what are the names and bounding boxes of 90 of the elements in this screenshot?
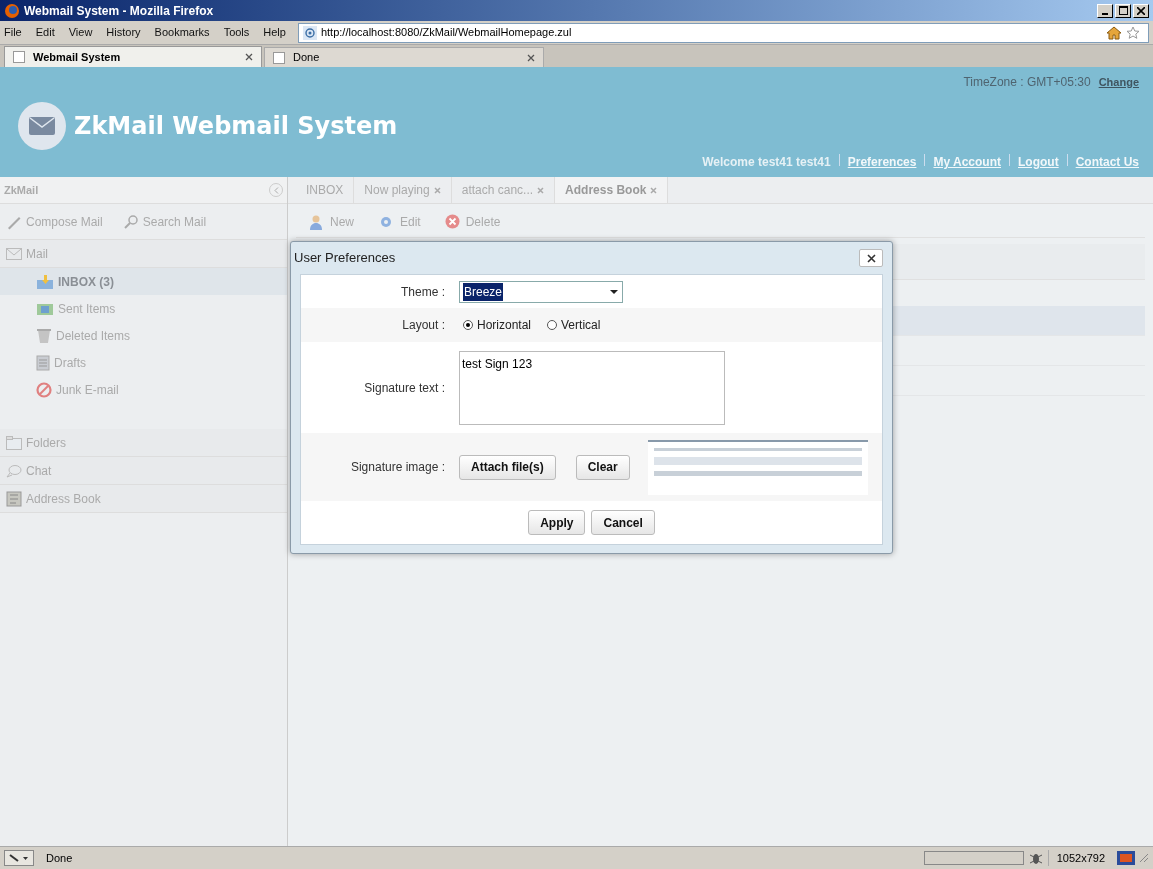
maximize-icon bbox=[1118, 6, 1128, 15]
status-text: Done bbox=[45, 850, 74, 866]
close-icon bbox=[866, 253, 876, 263]
delete-icon bbox=[444, 214, 460, 229]
content-tab[interactable]: Address Book bbox=[555, 177, 669, 203]
window-title: Webmail System - Mozilla Firefox bbox=[24, 2, 215, 20]
welcome-text: Welcome test41 test41 bbox=[702, 154, 831, 171]
dialog-button[interactable]: Cancel bbox=[591, 510, 655, 535]
section-header[interactable]: Chat bbox=[0, 457, 287, 485]
menu-item[interactable]: Help bbox=[263, 24, 286, 41]
browser-tab[interactable]: Webmail System bbox=[4, 46, 262, 67]
toolbar-button[interactable]: New bbox=[308, 212, 354, 231]
menu-item[interactable]: Bookmarks bbox=[154, 24, 210, 41]
home-icon[interactable] bbox=[1106, 25, 1122, 40]
radio-option[interactable]: Horizontal bbox=[463, 316, 532, 334]
folder-item[interactable]: Junk E-mail bbox=[0, 376, 287, 403]
timezone-text: TimeZone : GMT+05:30 bbox=[963, 74, 1091, 91]
section-header[interactable]: Address Book bbox=[0, 485, 287, 513]
close-icon[interactable] bbox=[245, 53, 253, 61]
folder-item[interactable]: Drafts bbox=[0, 349, 287, 376]
radio-option[interactable]: Vertical bbox=[547, 316, 601, 334]
site-icon bbox=[13, 51, 25, 63]
field-label: Signature text : bbox=[363, 379, 446, 397]
toolbar-button[interactable]: Search Mail bbox=[122, 212, 207, 231]
pen-icon bbox=[8, 853, 30, 863]
browser-tab[interactable]: Done bbox=[264, 47, 544, 67]
section-header[interactable]: Mail bbox=[0, 240, 287, 268]
content-tab[interactable]: Now playing bbox=[354, 177, 452, 203]
dialog-button[interactable]: Clear bbox=[575, 454, 630, 480]
toolbar-button[interactable]: Compose Mail bbox=[6, 212, 103, 231]
menu-item[interactable]: View bbox=[68, 24, 93, 41]
section-header[interactable]: Folders bbox=[0, 429, 287, 457]
minimize-button[interactable] bbox=[1097, 3, 1113, 18]
pen-button[interactable] bbox=[4, 850, 34, 866]
prohibited-icon bbox=[36, 381, 52, 398]
field-label: Layout : bbox=[401, 317, 446, 334]
toolbar-button[interactable]: Edit bbox=[378, 212, 421, 231]
tab-label: Webmail System bbox=[33, 49, 122, 65]
header-link[interactable]: Preferences bbox=[847, 153, 917, 171]
site-icon bbox=[302, 25, 317, 40]
folder-item[interactable]: Deleted Items bbox=[0, 322, 287, 349]
app-title: ZkMail Webmail System bbox=[74, 111, 398, 142]
minimize-icon bbox=[1102, 12, 1108, 15]
trash-icon bbox=[36, 327, 52, 344]
inbox-icon bbox=[36, 273, 54, 290]
dialog-button[interactable]: Apply bbox=[528, 510, 586, 535]
search-icon bbox=[122, 213, 139, 230]
chevron-left-icon bbox=[273, 186, 279, 194]
theme-value: Breeze bbox=[463, 282, 504, 301]
menu-item[interactable]: Tools bbox=[223, 24, 250, 41]
mail-logo-icon bbox=[18, 102, 66, 150]
toolbar-button[interactable]: Delete bbox=[444, 212, 501, 231]
browser-logo-icon bbox=[4, 2, 20, 19]
dialog-button[interactable]: Attach file(s) bbox=[459, 454, 556, 480]
header-link[interactable]: My Account bbox=[933, 153, 1001, 171]
field-label: Signature image : bbox=[349, 459, 446, 476]
folder-item[interactable]: Sent Items bbox=[0, 295, 287, 322]
folder-item[interactable]: INBOX (3) bbox=[0, 268, 287, 295]
resize-grip-icon bbox=[1139, 853, 1149, 863]
chat-icon bbox=[6, 463, 22, 478]
menu-item[interactable]: File bbox=[4, 24, 22, 41]
change-link[interactable]: Change bbox=[1098, 74, 1139, 91]
close-button[interactable] bbox=[859, 249, 883, 267]
sidebar-title: ZkMail bbox=[4, 182, 40, 198]
dialog-title: User Preferences bbox=[294, 249, 397, 268]
document-icon bbox=[36, 354, 50, 371]
theme-dropdown[interactable]: Breeze bbox=[459, 280, 623, 303]
tab-label: Done bbox=[293, 50, 321, 66]
menu-item[interactable]: Edit bbox=[35, 24, 55, 41]
star-icon[interactable] bbox=[1126, 25, 1140, 40]
maximize-button[interactable] bbox=[1115, 3, 1131, 18]
resolution-text: 1052x792 bbox=[1047, 849, 1113, 867]
content-tab[interactable]: INBOX bbox=[296, 177, 355, 203]
close-icon[interactable] bbox=[527, 53, 535, 62]
folder-icon bbox=[6, 435, 22, 450]
close-icon bbox=[1137, 6, 1145, 15]
address-book-icon bbox=[6, 490, 22, 507]
site-icon bbox=[273, 51, 285, 64]
person-icon bbox=[308, 213, 324, 230]
menu-item[interactable]: History bbox=[106, 24, 141, 41]
address-bar[interactable]: http://localhost:8080/ZkMail/WebmailHomepage.zul bbox=[297, 22, 1149, 43]
radio-button[interactable] bbox=[463, 320, 473, 330]
header-link[interactable]: Contact Us bbox=[1075, 153, 1139, 171]
url-text: http://localhost:8080/ZkMail/WebmailHomepage.zul bbox=[320, 25, 573, 41]
header-link[interactable]: Logout bbox=[1018, 153, 1059, 171]
signature-text-field[interactable]: test Sign 123 bbox=[459, 350, 725, 425]
field-label: Theme : bbox=[400, 283, 446, 301]
envelope-icon bbox=[6, 247, 22, 260]
radio-button[interactable] bbox=[547, 320, 558, 330]
caret-icon bbox=[609, 288, 619, 295]
